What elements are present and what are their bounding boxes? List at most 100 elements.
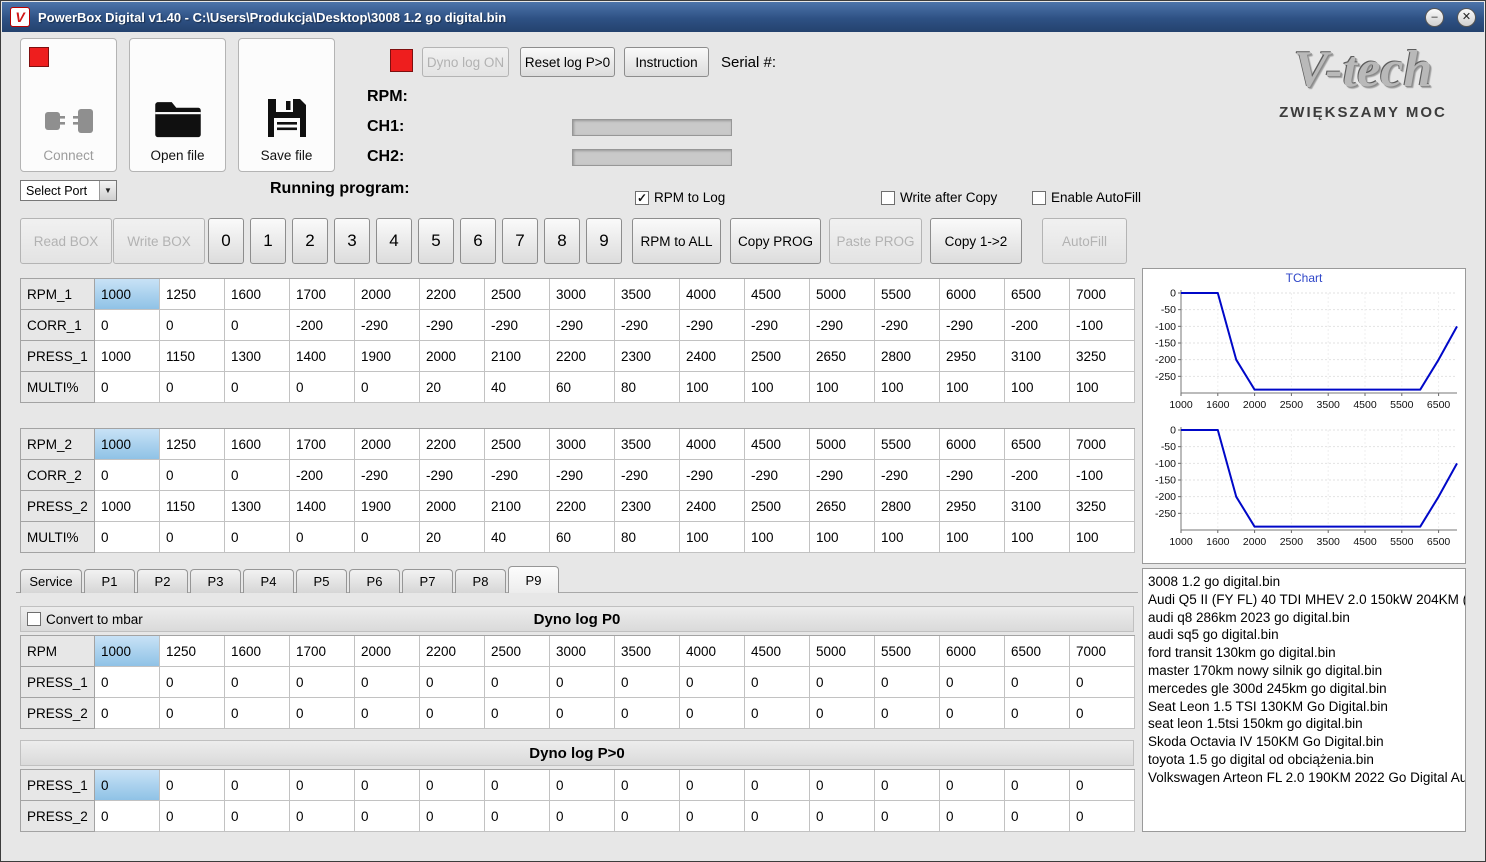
table-cell[interactable]: 0	[420, 667, 485, 698]
chevron-down-icon[interactable]: ▼	[99, 181, 116, 200]
table-cell[interactable]: 1000	[95, 341, 160, 372]
table-cell[interactable]: 0	[1005, 667, 1070, 698]
table-cell[interactable]: 2400	[680, 341, 745, 372]
table-cell[interactable]: 2500	[485, 429, 550, 460]
table-cell[interactable]: -290	[940, 310, 1005, 341]
select-port-dropdown[interactable]: Select Port ▼	[20, 180, 117, 201]
checkbox-box[interactable]: ✓	[635, 190, 649, 205]
table-cell[interactable]: 2500	[485, 636, 550, 667]
table-cell[interactable]: 0	[1070, 770, 1135, 801]
paste-prog-button[interactable]: Paste PROG	[829, 218, 922, 264]
tab-p6[interactable]: P6	[349, 569, 400, 593]
file-list-item[interactable]: audi sq5 go digital.bin	[1148, 626, 1460, 644]
table-cell[interactable]: 4500	[745, 429, 810, 460]
table-cell[interactable]: 100	[940, 522, 1005, 553]
tab-p2[interactable]: P2	[137, 569, 188, 593]
table-cell[interactable]: 2950	[940, 341, 1005, 372]
table-cell[interactable]: -200	[290, 460, 355, 491]
open-file-button[interactable]: Open file	[129, 38, 226, 172]
tab-p3[interactable]: P3	[190, 569, 241, 593]
table-cell[interactable]: 0	[355, 372, 420, 403]
minimize-button[interactable]: –	[1425, 7, 1444, 27]
table-cell[interactable]: 2300	[615, 491, 680, 522]
table-cell[interactable]: 0	[680, 801, 745, 832]
table-cell[interactable]: 100	[810, 372, 875, 403]
table-cell[interactable]: 3500	[615, 279, 680, 310]
table-cell[interactable]: 0	[680, 698, 745, 729]
file-list-item[interactable]: seat leon 1.5tsi 150km go digital.bin	[1148, 715, 1460, 733]
table-cell[interactable]: 2400	[680, 491, 745, 522]
table-cell[interactable]: 0	[290, 667, 355, 698]
table-cell[interactable]: 0	[160, 460, 225, 491]
table-cell[interactable]: 0	[810, 667, 875, 698]
table-cell[interactable]: 2100	[485, 341, 550, 372]
table-cell[interactable]: 40	[485, 522, 550, 553]
table-cell[interactable]: -290	[420, 460, 485, 491]
table-cell[interactable]: 0	[290, 372, 355, 403]
digit-button-1[interactable]: 1	[250, 218, 286, 264]
table-cell[interactable]: 7000	[1070, 279, 1135, 310]
table-cell[interactable]: 3100	[1005, 341, 1070, 372]
table-cell[interactable]: -290	[745, 310, 810, 341]
table-cell[interactable]: 0	[550, 667, 615, 698]
table-cell-selected[interactable]: 1000	[95, 279, 160, 310]
table-cell[interactable]: 6000	[940, 636, 1005, 667]
table-cell[interactable]: 100	[1005, 372, 1070, 403]
table-cell[interactable]: 0	[95, 667, 160, 698]
table-cell[interactable]: 2300	[615, 341, 680, 372]
table-cell[interactable]: 2650	[810, 491, 875, 522]
table-cell[interactable]: 0	[680, 770, 745, 801]
table-cell[interactable]: 0	[745, 801, 810, 832]
table-cell[interactable]: 80	[615, 372, 680, 403]
table-cell[interactable]: 100	[1070, 372, 1135, 403]
table-cell[interactable]: 0	[225, 310, 290, 341]
table-cell[interactable]: 1250	[160, 636, 225, 667]
enable-autofill-checkbox[interactable]: Enable AutoFill	[1032, 190, 1141, 205]
table-cell[interactable]: 0	[355, 667, 420, 698]
table-cell[interactable]: 6500	[1005, 636, 1070, 667]
table-cell[interactable]: 0	[355, 698, 420, 729]
table-cell[interactable]: 2000	[420, 491, 485, 522]
table-cell[interactable]: 3000	[550, 429, 615, 460]
table-cell[interactable]: 3250	[1070, 491, 1135, 522]
close-button[interactable]: ✕	[1457, 7, 1476, 27]
table-cell[interactable]: 1700	[290, 636, 355, 667]
table-cell[interactable]: 7000	[1070, 429, 1135, 460]
table-cell[interactable]: 6000	[940, 279, 1005, 310]
table-cell[interactable]: 5000	[810, 279, 875, 310]
table-cell[interactable]: 0	[225, 698, 290, 729]
table-cell[interactable]: 2000	[355, 279, 420, 310]
connect-button[interactable]: Connect	[20, 38, 117, 172]
table-cell[interactable]: -290	[355, 310, 420, 341]
table-cell[interactable]: 0	[355, 801, 420, 832]
table-cell[interactable]: 0	[745, 698, 810, 729]
table-cell[interactable]: -290	[875, 460, 940, 491]
save-file-button[interactable]: Save file	[238, 38, 335, 172]
rpm-to-all-button[interactable]: RPM to ALL	[632, 218, 721, 264]
checkbox-box[interactable]	[1032, 190, 1046, 205]
checkbox-box[interactable]	[881, 190, 895, 205]
table-cell[interactable]: 1400	[290, 491, 355, 522]
digit-button-9[interactable]: 9	[586, 218, 622, 264]
table-cell[interactable]: -290	[550, 460, 615, 491]
table-cell[interactable]: 1000	[95, 491, 160, 522]
table-cell[interactable]: 2000	[355, 636, 420, 667]
table-cell[interactable]: -290	[355, 460, 420, 491]
table-cell[interactable]: 0	[550, 770, 615, 801]
table-cell[interactable]: 0	[615, 801, 680, 832]
table-cell[interactable]: 100	[940, 372, 1005, 403]
table-cell[interactable]: -290	[745, 460, 810, 491]
file-list-item[interactable]: audi q8 286km 2023 go digital.bin	[1148, 609, 1460, 627]
reset-log-button[interactable]: Reset log P>0	[520, 47, 615, 77]
table-cell[interactable]: 40	[485, 372, 550, 403]
table-cell[interactable]: 0	[95, 460, 160, 491]
table-cell[interactable]: 0	[1070, 801, 1135, 832]
table-cell[interactable]: 0	[1070, 667, 1135, 698]
table-cell[interactable]: 2200	[550, 491, 615, 522]
file-list-item[interactable]: Audi Q5 II (FY FL) 40 TDI MHEV 2.0 150kW…	[1148, 591, 1465, 609]
table-cell[interactable]: 0	[485, 770, 550, 801]
file-list-item[interactable]: mercedes gle 300d 245km go digital.bin	[1148, 680, 1460, 698]
table-cell[interactable]: -290	[550, 310, 615, 341]
digit-button-7[interactable]: 7	[502, 218, 538, 264]
table-cell[interactable]: 0	[290, 801, 355, 832]
